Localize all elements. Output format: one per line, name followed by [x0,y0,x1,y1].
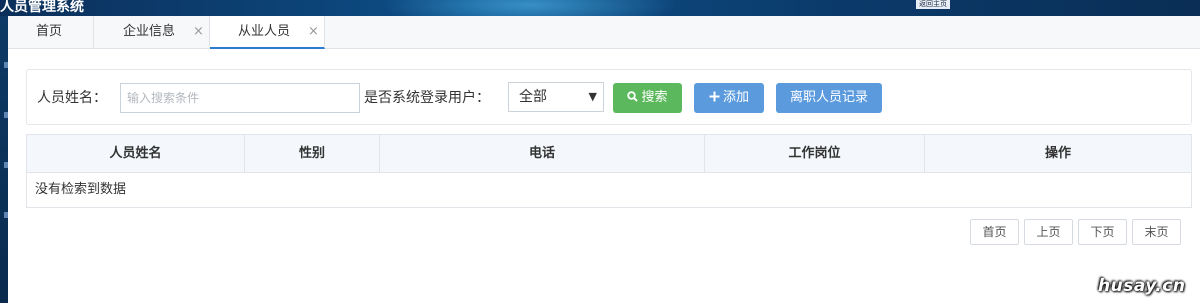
name-label: 人员姓名： [37,90,107,106]
search-button[interactable]: 搜索 [613,83,682,113]
header-badge[interactable]: 返回主页 [916,0,950,9]
banner-glow [380,0,680,16]
tab-employees[interactable]: 从业人员 × [210,16,325,49]
column-header-position[interactable]: 工作岗位 [705,135,925,173]
app-title: 人员管理系统 [0,0,84,15]
search-icon [627,83,639,113]
login-user-label: 是否系统登录用户： [364,90,490,106]
search-form: 人员姓名： 是否系统登录用户： 全部 ▼ 搜索 添加 离职人员记 [26,69,1192,125]
empty-message: 没有检索到数据 [35,182,127,197]
sidebar-strip [0,16,8,303]
top-banner: 人员管理系统 返回主页 [0,0,1200,16]
column-header-phone[interactable]: 电话 [380,135,705,173]
watermark: husay.cn [1098,276,1186,296]
tab-label: 首页 [36,24,63,39]
main-panel: 首页 企业信息 × 从业人员 × 人员姓名： 是否系统登录用户： 全部 ▼ 搜索 [8,16,1200,303]
page-next-button[interactable]: 下页 [1078,219,1127,245]
search-button-label: 搜索 [641,90,668,105]
tab-label: 企业信息 [123,24,176,39]
close-icon[interactable]: × [308,16,319,48]
tab-bar: 首页 企业信息 × 从业人员 × [8,16,1200,49]
plus-icon [709,83,720,113]
employee-table: 人员姓名 性别 电话 工作岗位 操作 没有检索到数据 [26,134,1192,208]
add-button-label: 添加 [722,90,749,105]
chevron-down-icon: ▼ [588,90,597,103]
login-user-select[interactable]: 全部 ▼ [508,82,604,112]
tab-label: 从业人员 [238,24,291,39]
page-first-button[interactable]: 首页 [970,219,1019,245]
tab-home[interactable]: 首页 [8,16,94,49]
close-icon[interactable]: × [193,16,204,48]
column-header-actions[interactable]: 操作 [925,135,1191,173]
resigned-button-label: 离职人员记录 [789,90,868,105]
resigned-records-button[interactable]: 离职人员记录 [776,83,882,113]
table-header: 人员姓名 性别 电话 工作岗位 操作 [27,135,1191,173]
column-header-name[interactable]: 人员姓名 [27,135,245,173]
tab-company-info[interactable]: 企业信息 × [94,16,210,49]
add-button[interactable]: 添加 [694,83,764,113]
page-prev-button[interactable]: 上页 [1024,219,1073,245]
page-last-button[interactable]: 末页 [1132,219,1181,245]
name-search-input[interactable] [120,83,360,113]
column-header-gender[interactable]: 性别 [245,135,380,173]
select-value: 全部 [519,89,547,105]
